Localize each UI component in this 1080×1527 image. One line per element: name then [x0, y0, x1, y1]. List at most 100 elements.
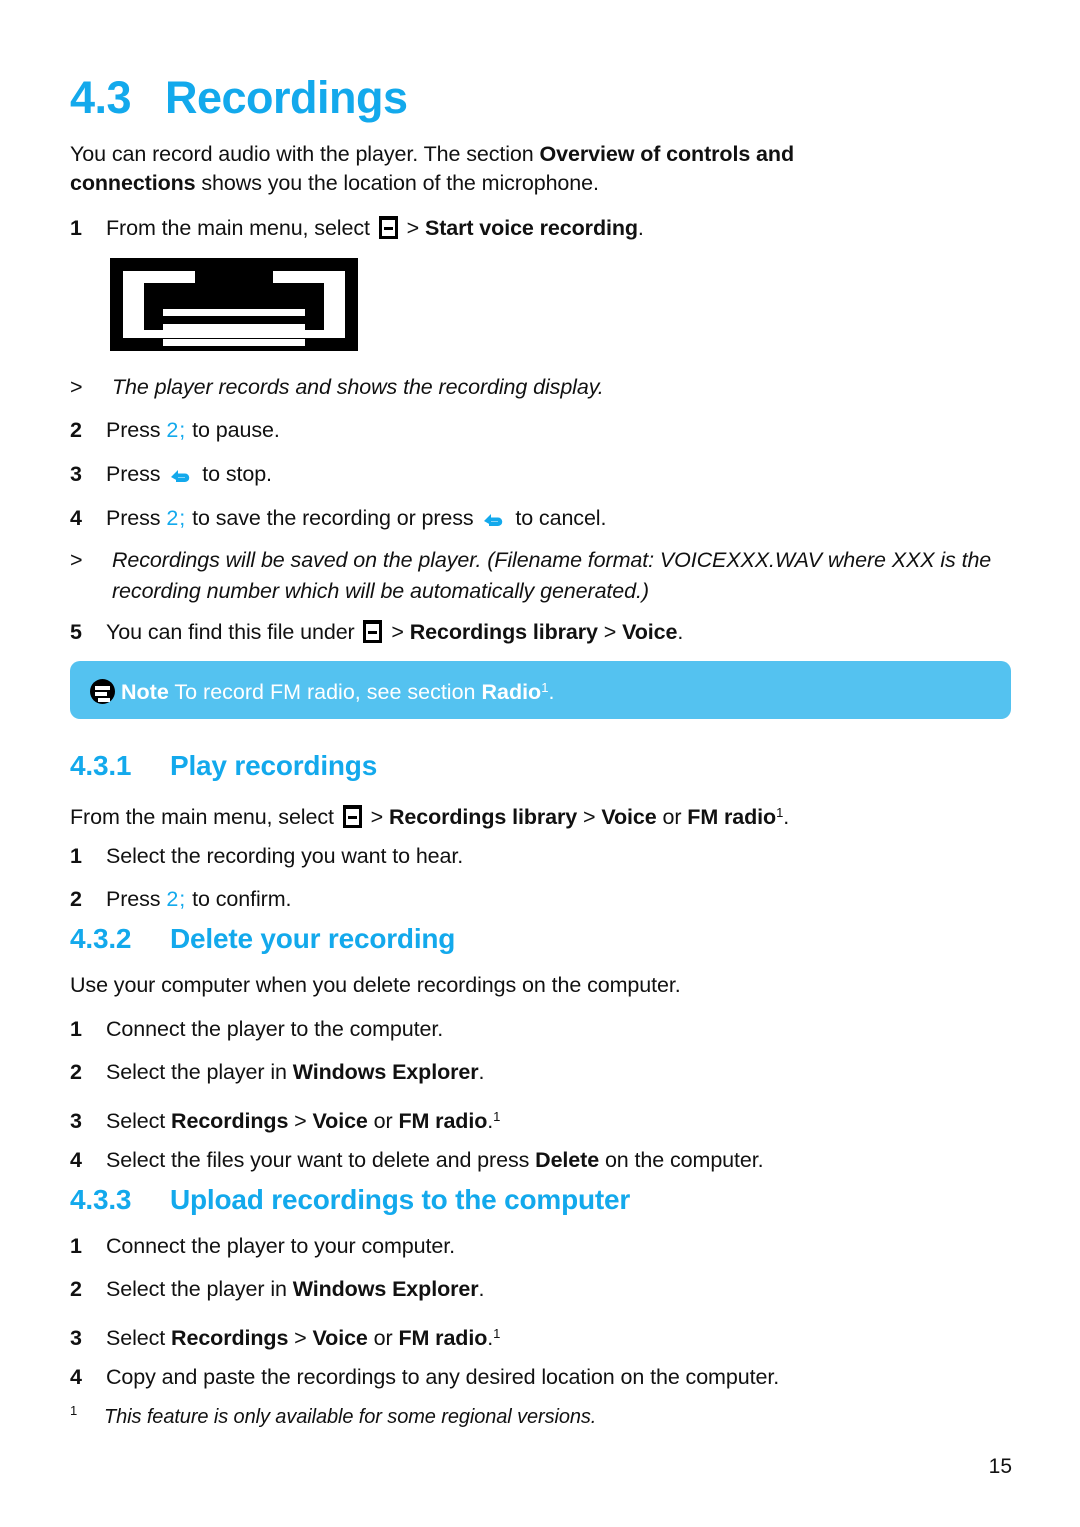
result-marker: >: [70, 548, 83, 572]
step-433-3: 3 Select Recordings > Voice or FM radio.1: [70, 1319, 500, 1353]
step-press-5: 5 You can find this file under > Recordin…: [70, 618, 683, 647]
step-text-pre: Select: [106, 1326, 172, 1350]
step-text-pre: Select the player in: [106, 1060, 293, 1084]
display-screen-area: [144, 271, 324, 346]
step-text-mid-1: >: [288, 1326, 313, 1350]
step-text: Connect the player to your computer.: [106, 1234, 455, 1258]
step-433-2: 2 Select the player in Windows Explorer.: [70, 1275, 484, 1304]
step-text-bold-2: Voice: [312, 1326, 368, 1350]
display-bar-2: [163, 324, 305, 331]
step-431-1: 1 Select the recording you want to hear.: [70, 842, 463, 871]
step-text-bold: Delete: [535, 1148, 600, 1172]
step-432-2: 2 Select the player in Windows Explorer.: [70, 1058, 484, 1087]
step-text-pre: Press: [106, 506, 167, 530]
step-index: 1: [70, 216, 82, 240]
step-index: 2: [70, 1277, 82, 1301]
step-index: 3: [70, 1109, 82, 1133]
step-index: 1: [70, 1017, 82, 1041]
intro-text-2: shows you the location of the microphone…: [195, 171, 599, 195]
step-text-post: to pause.: [186, 418, 280, 442]
step-text: Copy and paste the recordings to any des…: [106, 1365, 780, 1389]
step-text-pre: Press: [106, 418, 167, 442]
footnote: 1 This feature is only available for some…: [70, 1403, 596, 1429]
step-432-1: 1 Connect the player to the computer.: [70, 1015, 443, 1044]
step-text-post: .: [637, 216, 644, 240]
step-superscript: 1: [493, 1326, 501, 1341]
step-433-4: 4 Copy and paste the recordings to any de…: [70, 1363, 779, 1392]
play-pause-icon: 2;: [166, 506, 187, 530]
menu-icon: [342, 805, 362, 828]
heading-4-3-2: 4.3.2 Delete your recording: [70, 923, 455, 955]
step-text-post: to stop.: [196, 462, 272, 486]
lead-mid: >: [364, 805, 389, 829]
step-text-pre: From the main menu, select: [106, 216, 376, 240]
page-number: 15: [988, 1455, 1012, 1478]
lead-mid-3: or: [656, 805, 688, 829]
subsection-432-lead: Use your computer when you delete record…: [70, 973, 681, 997]
lead-bold-3: FM radio: [687, 805, 777, 829]
step-text-mid: to save the recording or press: [186, 506, 480, 530]
note-bold: Radio: [481, 680, 542, 704]
result-marker: >: [70, 375, 83, 399]
step-text-bold-3: FM radio: [398, 1109, 488, 1133]
step-432-4: 4 Select the files your want to delete an…: [70, 1146, 764, 1175]
back-arrow-icon: [168, 463, 194, 485]
note-text: To record FM radio, see section: [168, 680, 482, 704]
heading-4-3-1: 4.3.1 Play recordings: [70, 750, 377, 782]
step-index: 3: [70, 1326, 82, 1350]
step-text-post: to confirm.: [186, 887, 292, 911]
step-text-pre: Press: [106, 887, 167, 911]
step-text-bold-2: Voice: [622, 620, 678, 644]
step-main-1: 1 From the main menu, select > Start voic…: [70, 214, 644, 243]
note-content: Note To record FM radio, see section Rad…: [90, 673, 554, 707]
subsection-title: Play recordings: [170, 750, 378, 781]
step-index: 4: [70, 1148, 82, 1172]
step-text-mid: >: [385, 620, 410, 644]
step-index: 2: [70, 887, 82, 911]
step-superscript: 1: [493, 1109, 501, 1124]
step-text-pre: You can find this file under: [106, 620, 361, 644]
step-432-3: 3 Select Recordings > Voice or FM radio.1: [70, 1102, 500, 1136]
result-text: Recordings will be saved on the player. …: [112, 548, 992, 603]
step-index: 2: [70, 418, 82, 442]
result-line-1: > The player records and shows the record…: [70, 372, 970, 403]
menu-icon: [378, 216, 398, 239]
step-text: Select the recording you want to hear.: [106, 844, 464, 868]
recording-display-illustration: [110, 258, 358, 351]
step-text-bold: Start voice recording: [424, 216, 638, 240]
step-text-bold-3: FM radio: [398, 1326, 488, 1350]
step-text-post: on the computer.: [599, 1148, 764, 1172]
step-press-4: 4 Press 2; to save the recording or press…: [70, 504, 606, 533]
note-callout: Note To record FM radio, see section Rad…: [70, 661, 1011, 719]
page-title: 4.3 Recordings: [70, 72, 408, 124]
note-post: .: [548, 680, 555, 704]
step-text-bold-2: Voice: [312, 1109, 368, 1133]
step-text-post: .: [478, 1060, 485, 1084]
step-index: 1: [70, 844, 82, 868]
step-text-bold-1: Recordings library: [409, 620, 598, 644]
step-text-bold: Windows Explorer: [292, 1277, 479, 1301]
back-arrow-icon: [481, 507, 507, 529]
step-text: Connect the player to the computer.: [106, 1017, 444, 1041]
footnote-text: This feature is only available for some …: [104, 1406, 597, 1428]
step-index: 4: [70, 1365, 82, 1389]
heading-4-3-3: 4.3.3 Upload recordings to the computer: [70, 1184, 630, 1216]
display-bar-3: [163, 339, 305, 346]
subsection-title: Upload recordings to the computer: [170, 1184, 631, 1215]
step-index: 4: [70, 506, 82, 530]
display-bar-1: [163, 309, 305, 316]
step-text-mid-2: >: [597, 620, 623, 644]
menu-icon: [363, 620, 383, 643]
step-index: 2: [70, 1060, 82, 1084]
step-text-pre: Select: [106, 1109, 172, 1133]
result-text: The player records and shows the recordi…: [112, 375, 604, 399]
play-pause-icon: 2;: [166, 887, 187, 911]
step-index: 1: [70, 1234, 82, 1258]
step-433-1: 1 Connect the player to your computer.: [70, 1232, 455, 1261]
section-number: 4.3: [70, 72, 132, 123]
step-text-post: .: [677, 620, 684, 644]
note-label: Note: [121, 680, 169, 704]
subsection-431-lead: From the main menu, select > Recordings …: [70, 798, 1000, 832]
step-text-pre: Select the files your want to delete and…: [106, 1148, 536, 1172]
step-text-pre: Select the player in: [106, 1277, 293, 1301]
